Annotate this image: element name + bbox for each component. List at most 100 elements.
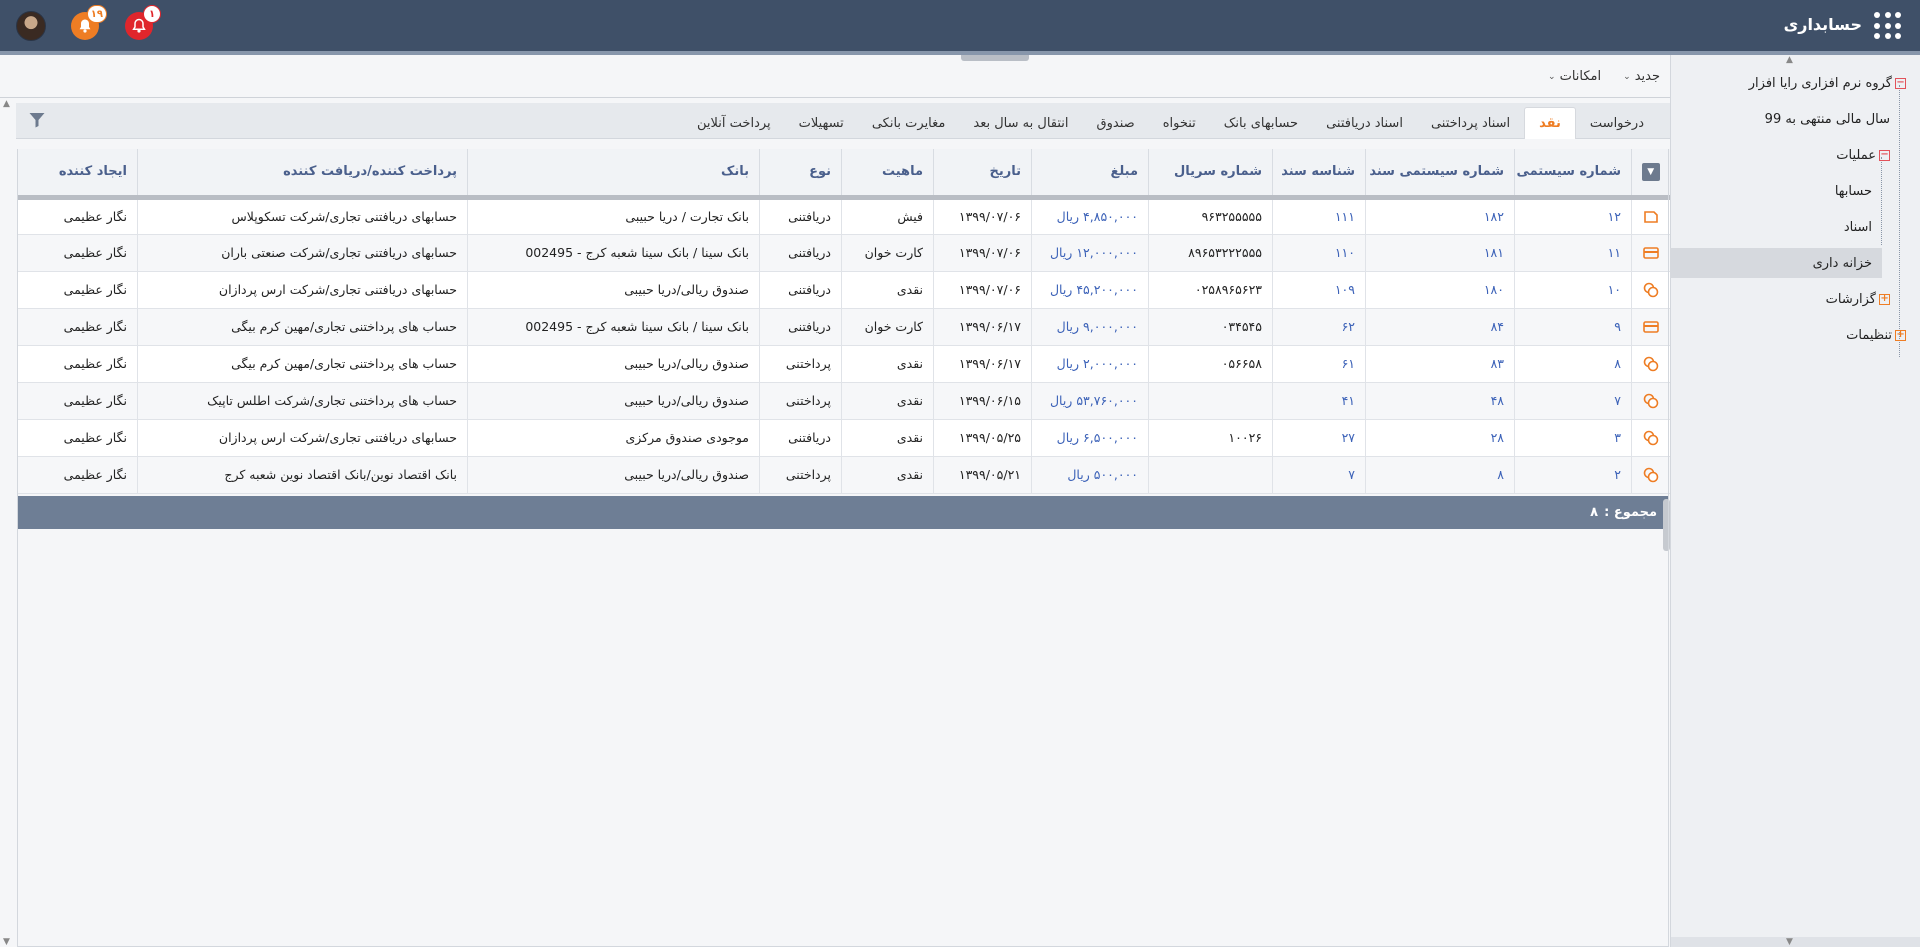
tab-receivable-documents[interactable]: اسناد دریافتنی xyxy=(1312,107,1417,139)
cell-doc-system-number[interactable]: ۸۳ xyxy=(1365,345,1515,383)
cell-doc-system-number[interactable]: ۱۸۰ xyxy=(1365,271,1515,309)
cell-doc-id[interactable]: ۴۱ xyxy=(1272,382,1366,420)
cell-date: ۱۳۹۹/۰۶/۱۷ xyxy=(933,345,1032,383)
sidebar-item-documents[interactable]: اسناد xyxy=(1670,212,1920,242)
column-menu-icon[interactable]: ▼ xyxy=(1641,162,1660,181)
cell-amount[interactable]: ۴,۸۵۰,۰۰۰ ریال xyxy=(1031,197,1149,235)
cell-type: پرداختنی xyxy=(759,456,842,494)
cell-amount[interactable]: ۶,۵۰۰,۰۰۰ ریال xyxy=(1031,419,1149,457)
column-header-system-number[interactable]: شماره سیستمی xyxy=(1514,149,1632,200)
cell-system-number[interactable]: ۹ xyxy=(1514,308,1632,346)
new-menu-button[interactable]: جدید ⌄ xyxy=(1623,69,1660,84)
table-row[interactable]: ۳ ۲۸ ۲۷ ۱۰۰۲۶ ۶,۵۰۰,۰۰۰ ریال ۱۳۹۹/۰۵/۲۵ نقدی در… xyxy=(17,419,1670,457)
sidebar-item-fiscal-year[interactable]: سال مالی منتهی به 99 xyxy=(1670,104,1920,134)
table-row[interactable]: ۸ ۸۳ ۶۱ ۰۵۶۶۵۸ ۲,۰۰۰,۰۰۰ ریال ۱۳۹۹/۰۶/۱۷ نقدی پ… xyxy=(17,345,1670,383)
cell-amount[interactable]: ۲,۰۰۰,۰۰۰ ریال xyxy=(1031,345,1149,383)
cell-doc-id[interactable]: ۱۰۹ xyxy=(1272,271,1366,309)
collapse-icon[interactable]: − xyxy=(1895,77,1906,89)
cell-bank: بانک تجارت / دریا حبیبی xyxy=(467,197,760,235)
cell-type: پرداختنی xyxy=(759,345,842,383)
cell-doc-system-number[interactable]: ۸۴ xyxy=(1365,308,1515,346)
tab-cash[interactable]: نقد xyxy=(1524,107,1576,139)
tab-bank-accounts[interactable]: حسابهای بانک xyxy=(1210,107,1312,139)
cell-doc-system-number[interactable]: ۴۸ xyxy=(1365,382,1515,420)
cell-doc-id[interactable]: ۶۱ xyxy=(1272,345,1366,383)
cell-system-number[interactable]: ۱۲ xyxy=(1514,197,1632,235)
column-header-type[interactable]: نوع xyxy=(759,149,842,200)
scroll-up-icon[interactable]: ▲ xyxy=(3,99,10,109)
column-header-serial[interactable]: شماره سریال xyxy=(1148,149,1273,200)
row-type-cell xyxy=(1631,234,1670,272)
notifications-button[interactable]: ۱۹ xyxy=(71,5,107,40)
cell-system-number[interactable]: ۷ xyxy=(1514,382,1632,420)
cell-creator: نگار عظیمی xyxy=(17,234,138,272)
table-row[interactable]: ۷ ۴۸ ۴۱ ۵۳,۷۶۰,۰۰۰ ریال ۱۳۹۹/۰۶/۱۵ نقدی پرداخت… xyxy=(17,382,1670,420)
cell-doc-system-number[interactable]: ۸ xyxy=(1365,456,1515,494)
filter-icon[interactable] xyxy=(28,111,46,129)
expand-icon[interactable]: + xyxy=(1895,329,1906,341)
tab-online-payment[interactable]: پرداخت آنلاین xyxy=(683,107,785,139)
scroll-down-icon[interactable]: ▼ xyxy=(1786,937,1793,947)
cell-amount[interactable]: ۵۳,۷۶۰,۰۰۰ ریال xyxy=(1031,382,1149,420)
column-header-bank[interactable]: بانک xyxy=(467,149,760,200)
cell-party: حسابهای دریافتنی تجاری/شرکت ارس پردازان xyxy=(137,271,468,309)
column-header-party[interactable]: پرداخت کننده/دریافت کننده xyxy=(137,149,468,200)
column-header-doc-system-number[interactable]: شماره سیستمی سند xyxy=(1365,149,1515,200)
apps-grid-icon[interactable] xyxy=(1874,12,1902,40)
scroll-down-icon[interactable]: ▼ xyxy=(3,937,10,947)
cell-type: پرداختنی xyxy=(759,382,842,420)
sidebar-item-settings[interactable]: + تنظیمات xyxy=(1670,320,1920,350)
scroll-up-icon[interactable]: ▲ xyxy=(1786,55,1793,65)
collapse-icon[interactable]: − xyxy=(1879,149,1890,161)
tab-facilities[interactable]: تسهیلات xyxy=(785,107,858,139)
grid-scrollbar[interactable] xyxy=(1663,499,1670,551)
tab-transfer-next-year[interactable]: انتقال به سال بعد xyxy=(959,107,1082,139)
table-row[interactable]: ۱۲ ۱۸۲ ۱۱۱ ۹۶۳۲۵۵۵۵۵ ۴,۸۵۰,۰۰۰ ریال ۱۳۹۹/۰۷/۰… xyxy=(17,197,1670,235)
column-header-creator[interactable]: ایجاد کننده xyxy=(17,149,138,200)
cell-amount[interactable]: ۵۰۰,۰۰۰ ریال xyxy=(1031,456,1149,494)
tab-cashbox[interactable]: صندوق xyxy=(1083,107,1149,139)
table-row[interactable]: ۹ ۸۴ ۶۲ ۰۳۴۵۴۵ ۹,۰۰۰,۰۰۰ ریال ۱۳۹۹/۰۶/۱۷ کارت … xyxy=(17,308,1670,346)
cell-doc-system-number[interactable]: ۱۸۲ xyxy=(1365,197,1515,235)
cell-doc-id[interactable]: ۱۱۰ xyxy=(1272,234,1366,272)
column-header-nature[interactable]: ماهیت xyxy=(841,149,934,200)
cell-doc-system-number[interactable]: ۲۸ xyxy=(1365,419,1515,457)
tab-petty-cash[interactable]: تنخواه xyxy=(1149,107,1210,139)
tab-bar: درخواست نقد اسناد پرداختنی اسناد دریافتن… xyxy=(16,103,1670,139)
cell-doc-system-number[interactable]: ۱۸۱ xyxy=(1365,234,1515,272)
alerts-button[interactable]: ۱ xyxy=(125,5,161,40)
table-row[interactable]: ۲ ۸ ۷ ۵۰۰,۰۰۰ ریال ۱۳۹۹/۰۵/۲۱ نقدی پرداختنی صند… xyxy=(17,456,1670,494)
tab-request[interactable]: درخواست xyxy=(1576,107,1658,139)
sidebar-item-accounts[interactable]: حسابها xyxy=(1670,176,1920,206)
select-all-column[interactable]: ▼ xyxy=(1631,149,1670,200)
cell-party: بانک اقتصاد نوین/بانک اقتصاد نوین شعبه ک… xyxy=(137,456,468,494)
column-header-date[interactable]: تاریخ xyxy=(933,149,1032,200)
cell-system-number[interactable]: ۲ xyxy=(1514,456,1632,494)
table-row[interactable]: ۱۰ ۱۸۰ ۱۰۹ ۰۲۵۸۹۶۵۶۲۳ ۴۵,۲۰۰,۰۰۰ ریال ۱۳۹۹/۰۷… xyxy=(17,271,1670,309)
sidebar-item-reports[interactable]: + گزارشات xyxy=(1670,284,1920,314)
cell-serial xyxy=(1148,382,1273,420)
features-menu-button[interactable]: امکانات ⌄ xyxy=(1548,69,1601,84)
table-row[interactable]: ۱۱ ۱۸۱ ۱۱۰ ۸۹۶۵۳۲۲۲۵۵۵ ۱۲,۰۰۰,۰۰۰ ریال ۱۳۹۹/۰… xyxy=(17,234,1670,272)
cell-amount[interactable]: ۴۵,۲۰۰,۰۰۰ ریال xyxy=(1031,271,1149,309)
cell-party: حسابهای دریافتنی تجاری/شرکت تسکوپلاس xyxy=(137,197,468,235)
cell-system-number[interactable]: ۱۱ xyxy=(1514,234,1632,272)
sidebar-item-operations[interactable]: − عملیات xyxy=(1670,140,1920,170)
tab-payable-documents[interactable]: اسناد پرداختنی xyxy=(1417,107,1524,139)
cell-amount[interactable]: ۹,۰۰۰,۰۰۰ ریال xyxy=(1031,308,1149,346)
tab-bank-reconciliation[interactable]: مغایرت بانکی xyxy=(858,107,960,139)
cell-doc-id[interactable]: ۱۱۱ xyxy=(1272,197,1366,235)
cell-system-number[interactable]: ۱۰ xyxy=(1514,271,1632,309)
sidebar-item-treasury[interactable]: خزانه داری xyxy=(1670,248,1882,278)
cell-doc-id[interactable]: ۶۲ xyxy=(1272,308,1366,346)
cell-doc-id[interactable]: ۷ xyxy=(1272,456,1366,494)
sidebar-item-company[interactable]: − گروه نرم افزاری رایا افزار xyxy=(1670,68,1920,98)
cell-system-number[interactable]: ۳ xyxy=(1514,419,1632,457)
cell-system-number[interactable]: ۸ xyxy=(1514,345,1632,383)
expand-icon[interactable]: + xyxy=(1879,293,1890,305)
column-header-amount[interactable]: مبلغ xyxy=(1031,149,1149,200)
cell-doc-id[interactable]: ۲۷ xyxy=(1272,419,1366,457)
cell-amount[interactable]: ۱۲,۰۰۰,۰۰۰ ریال xyxy=(1031,234,1149,272)
column-header-doc-id[interactable]: شناسه سند xyxy=(1272,149,1366,200)
user-avatar[interactable] xyxy=(16,11,46,41)
